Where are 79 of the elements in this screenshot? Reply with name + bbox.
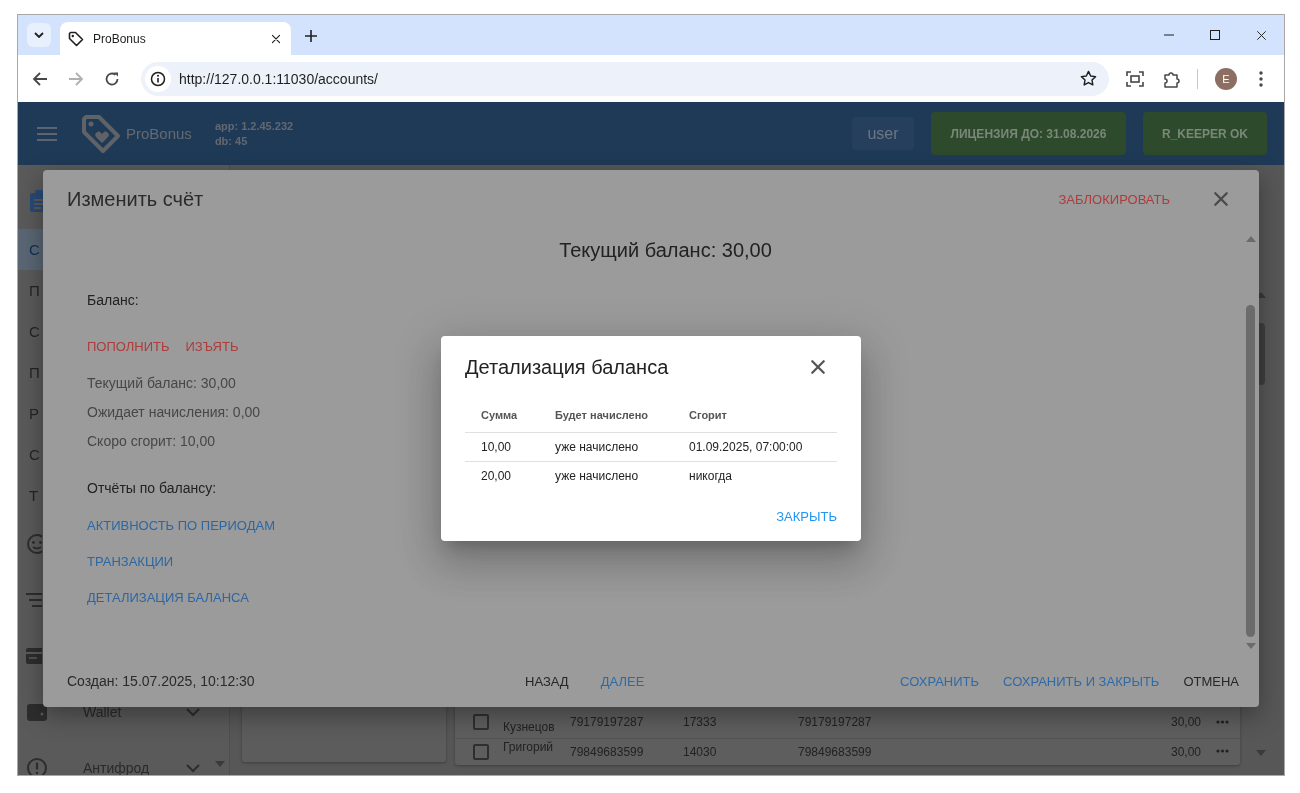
star-icon[interactable] [1080, 70, 1097, 87]
row-checkbox[interactable] [473, 744, 489, 760]
tag-logo-icon [80, 112, 122, 155]
profile-avatar[interactable]: E [1215, 67, 1237, 90]
close-icon[interactable] [1255, 29, 1267, 41]
tag-icon [68, 30, 84, 47]
report-link[interactable]: ТРАНЗАКЦИИ [87, 543, 174, 579]
column-header: Сумма [480, 409, 519, 421]
back-arrow-icon[interactable] [32, 70, 48, 87]
created-text: Создан: 15.07.2025, 10:12:30 [67, 673, 256, 689]
menu-icon[interactable] [37, 126, 57, 141]
brand-name: ProBonus [126, 125, 192, 142]
section-label: Баланс: [87, 291, 140, 310]
column-header: Сгорит [688, 409, 728, 421]
table-cell-text: 17333 [682, 714, 718, 729]
version-text: db: 45 [214, 135, 249, 147]
wallet-icon[interactable] [26, 702, 48, 722]
user-chip[interactable]: user [852, 117, 914, 150]
nav-button[interactable]: ДАЛЕЕ [584, 663, 661, 699]
table-cell-text: уже начислено [554, 440, 640, 454]
card-icon[interactable] [26, 648, 42, 664]
smiley-icon[interactable] [26, 533, 42, 555]
block-button[interactable]: ЗАБЛОКИРОВАТЬ [1058, 191, 1170, 207]
dialog-title: Изменить счёт [67, 187, 204, 211]
sidebar-item[interactable]: С [18, 229, 43, 270]
info-icon[interactable] [145, 65, 171, 92]
scroll-down-icon[interactable] [1256, 750, 1266, 756]
close-icon[interactable] [271, 33, 281, 44]
table-cell-text: 79179197287 [797, 714, 873, 729]
balance-line: Текущий баланс: 30,00 [87, 374, 236, 393]
table-cell-text: 30,00 [1169, 745, 1202, 759]
footer-button[interactable]: СОХРАНИТЬ И ЗАКРЫТЬ [991, 663, 1172, 699]
close-button[interactable]: ЗАКРЫТЬ [776, 501, 837, 531]
address-bar[interactable]: http://127.0.0.1:11030/accounts/ [141, 61, 1109, 96]
table-cell-text: Кузнецов [502, 720, 556, 736]
table-cell-text: никогда [688, 469, 733, 483]
scroll-down-icon[interactable] [1246, 643, 1256, 649]
chevron-icon[interactable] [186, 763, 200, 773]
balance-action-button[interactable]: ПОПОЛНИТЬ [87, 338, 170, 354]
table-cell-text: 01.09.2025, 07:00:00 [688, 440, 804, 454]
table-cell-text: 79179197287 [569, 714, 645, 729]
report-link[interactable]: ДЕТАЛИЗАЦИЯ БАЛАНСА [87, 579, 249, 615]
table-cell-text: 10,00 [480, 440, 513, 454]
maximize-icon[interactable] [1210, 30, 1220, 40]
new-tab-icon[interactable] [305, 30, 317, 42]
table-cell-text: 79849683599 [569, 745, 645, 759]
status-button[interactable]: R_KEEPER OK [1143, 112, 1267, 155]
more-icon[interactable] [1215, 749, 1229, 753]
alert-icon[interactable] [26, 757, 48, 775]
nav-button[interactable]: НАЗАД [509, 663, 585, 699]
row-checkbox[interactable] [473, 713, 489, 730]
table-cell-text: 79849683599 [797, 745, 873, 759]
browser-tab[interactable]: ProBonus [60, 22, 291, 55]
close-icon[interactable] [810, 359, 826, 375]
table-cell-text: уже начислено [554, 469, 640, 483]
table-cell-text: 20,00 [480, 469, 513, 483]
clipboard-icon[interactable] [29, 190, 43, 212]
dialog-title: Детализация баланса [465, 355, 669, 379]
table-cell-text: Григорий [502, 740, 555, 754]
scroll-arrow-icon[interactable] [215, 761, 225, 767]
reload-icon[interactable] [104, 70, 120, 87]
caret-icon [34, 32, 44, 38]
chevron-icon[interactable] [186, 707, 200, 717]
status-button[interactable]: ЛИЦЕНЗИЯ ДО: 31.08.2026 [931, 112, 1126, 155]
balance-line: Ожидает начисления: 0,00 [87, 403, 261, 422]
column-header: Будет начислено [554, 409, 650, 421]
footer-button[interactable]: ОТМЕНА [1171, 663, 1251, 699]
balance-action-button[interactable]: ИЗЪЯТЬ [185, 338, 239, 354]
list-icon[interactable] [26, 592, 42, 608]
scrollbar-thumb[interactable] [1246, 305, 1255, 637]
report-link[interactable]: АКТИВНОСТЬ ПО ПЕРИОДАМ [87, 507, 275, 543]
more-icon[interactable] [1215, 719, 1229, 724]
balance-line: Скоро сгорит: 10,00 [87, 432, 216, 451]
tab-list-button[interactable] [27, 23, 51, 47]
table-cell-text: 14030 [682, 745, 718, 759]
footer-button[interactable]: СОХРАНИТЬ [888, 663, 992, 699]
table-cell-text: 30,00 [1169, 714, 1202, 729]
balance-heading: Текущий баланс: 30,00 [558, 238, 773, 263]
version-text: app: 1.2.45.232 [214, 120, 294, 132]
